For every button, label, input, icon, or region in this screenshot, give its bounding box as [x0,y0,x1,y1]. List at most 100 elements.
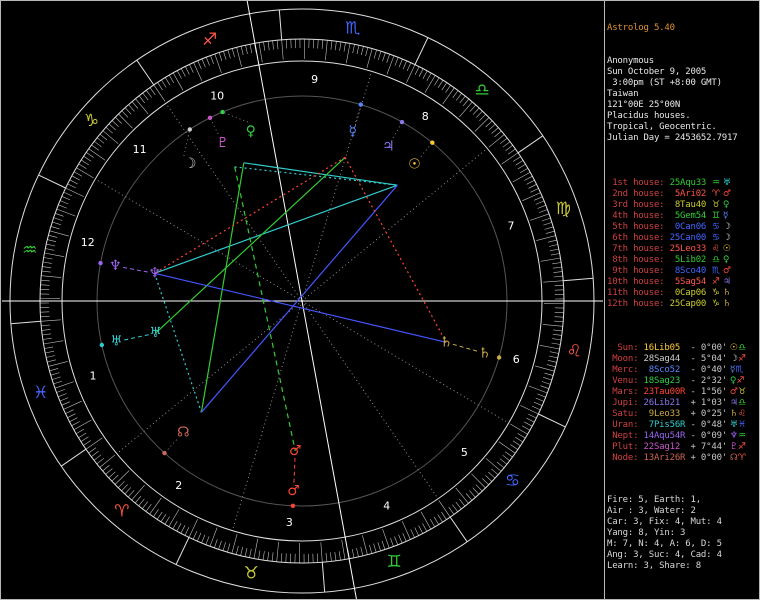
chart-info-line: Placidus houses. [607,111,691,121]
aspect-sextile-pluto-sun [234,166,398,186]
sign-glyph: ♐ [737,354,747,364]
house-number-6: 6 [513,353,520,366]
sign-glyph: ♏ [706,266,720,276]
planet-position-value: 16Lib05 [643,343,686,353]
planet-glyph: ☊ [727,453,738,463]
planet-position-value: 14Aqu54R [643,431,686,441]
planet-latitude-value: - 0°09' [685,431,728,441]
house-number-9: 9 [311,73,318,86]
stat-line: Learn: 3, Share: 8 [607,561,701,571]
planet-dot-node [162,450,167,456]
panel-divider [604,1,605,599]
planet-glyph-neptune: ♆ [148,265,161,281]
chart-info-line: Sun October 9, 2005 [607,67,707,77]
planet-row: Jupi: 26Lib21 + 1°03' ♃♎ [607,398,758,409]
planet-glyph-node: ☊ [177,424,189,440]
chart-info-line: Julian Day = 2453652.7917 [607,133,738,143]
stat-line: Yang: 8, Yin: 3 [607,528,686,538]
house-number-12: 12 [81,236,95,249]
planet-label: Venu: [607,376,644,386]
stat-line: Car: 3, Fix: 4, Mut: 4 [607,517,722,527]
house-value: 25Cap00 [669,299,707,309]
house-label: 2nd house: [607,189,670,199]
planet-dot-mercury [358,102,363,107]
planet-dot-neptune [98,260,103,266]
house-label: 9th house: [607,266,670,276]
sign-glyph-gemini: ♊ [387,552,402,572]
house-row: 11th house: 0Cap06 ♑ ♄ [607,288,758,299]
sign-glyph: ♑ [706,299,720,309]
planet-position-value: 9Leo33 [643,409,686,419]
planet-row: Merc: 8Sco52 - 0°40' ☿♏ [607,365,758,376]
house-number-11: 11 [133,143,147,156]
house-cusp-12 [95,178,303,302]
sign-glyph: ♌ [706,244,720,254]
planet-latitude-value: + 7°44' [685,442,728,452]
planet-glyph: ♆ [727,431,738,441]
info-panel: Astrolog 5.40 Anonymous Sun October 9, 20… [607,1,758,599]
sign-glyph: ♋ [706,233,720,243]
sign-glyph: ♐ [736,376,745,386]
sign-glyph-sagittarius: ♐ [202,30,217,50]
planet-position-value: 7Pis56R [643,420,686,430]
planet-connector-sun [420,142,433,157]
house-number-2: 2 [175,479,182,492]
house-row: 3rd house: 8Tau40 ♉ ♀ [607,200,758,211]
planet-glyph: ♃ [727,398,738,408]
planet-row: Uran: 7Pis56R - 0°48' ♅♓ [607,420,758,431]
planet-list: Sun: 16Lib05 - 0°00' ☉♎ Moon: 28Sag44 - … [607,343,758,464]
house-cusp-5 [301,300,439,499]
house-label: 1st house: [607,178,670,188]
ruler-planet-glyph: ☽ [719,222,731,232]
ruler-planet-glyph: ♂ [719,266,731,276]
aspect-trine-mercury-uranus [155,156,346,334]
planet-position-value: 8Sco52 [643,365,686,375]
ruler-planet-glyph: ☿ [719,211,729,221]
house-label: 10th house: [607,277,670,287]
planet-glyph-jupiter: ♃ [382,139,395,155]
house-label: 4th house: [607,211,670,221]
house-row: 2nd house: 5Ari02 ♈ ♂ [607,189,758,200]
house-label: 5th house: [607,222,670,232]
sign-glyph: ♓ [737,420,747,430]
planet-glyph: ♄ [727,409,738,419]
ruler-planet-glyph: ♂ [719,189,731,199]
house-label: 7th house: [607,244,670,254]
sign-glyph-taurus: ♉ [244,563,259,583]
planet-offset-line-saturn [452,343,479,352]
house-value: 25Leo33 [669,244,707,254]
planet-label: Sun: [607,343,644,353]
sign-glyph: ♉ [706,200,720,210]
planet-label: Merc: [607,365,644,375]
sign-glyph-cancer: ♋ [505,471,520,491]
planet-glyph-saturn: ♄ [440,334,453,350]
aspect-opposition-neptune-saturn [154,272,447,343]
ruler-planet-glyph: ♅ [719,178,731,188]
planet-glyph: ☽ [727,354,738,364]
aspect-trine-venus-node [200,162,245,413]
planet-latitude-value: - 2°32' [685,376,728,386]
ruler-planet-glyph: ♄ [719,299,731,309]
chart-info-line: 3:00pm (ST +8:00 GMT) [607,78,722,88]
planet-row: Node: 13Ari26R + 0°00' ☊♈ [607,453,758,464]
planet-label: Plut: [607,442,644,452]
planet-latitude-value: + 0°00' [685,453,728,463]
planet-dot-saturn [496,355,502,360]
house-label: 3rd house: [607,200,670,210]
planet-glyph-mercury: ☿ [349,123,358,139]
mc-ic-axis [246,1,357,599]
sign-glyph: ♒ [706,178,720,188]
house-number-4: 4 [383,500,390,513]
planet-glyph-moon: ☽ [184,156,197,172]
house-value: 5Sag54 [669,277,707,287]
ruler-planet-glyph: ♀ [719,255,730,265]
planet-glyph-uranus: ♅ [149,325,162,341]
house-number-5: 5 [461,446,468,459]
chart-wheel: ♈♉♊♋♌♍♎♏♐♑♒♓123456789101112☉☽☿♀♂♂♃♄♄♅♅♆♆… [2,1,603,599]
chart-info-line: Taiwan [607,89,639,99]
planet-offset-line-neptune [122,266,148,273]
planet-row: Satu: 9Leo33 + 0°25' ♄♌ [607,409,758,420]
sign-glyph: ♈ [737,453,746,463]
house-cusp-2 [116,300,303,454]
app-title: Astrolog 5.40 [607,23,675,33]
